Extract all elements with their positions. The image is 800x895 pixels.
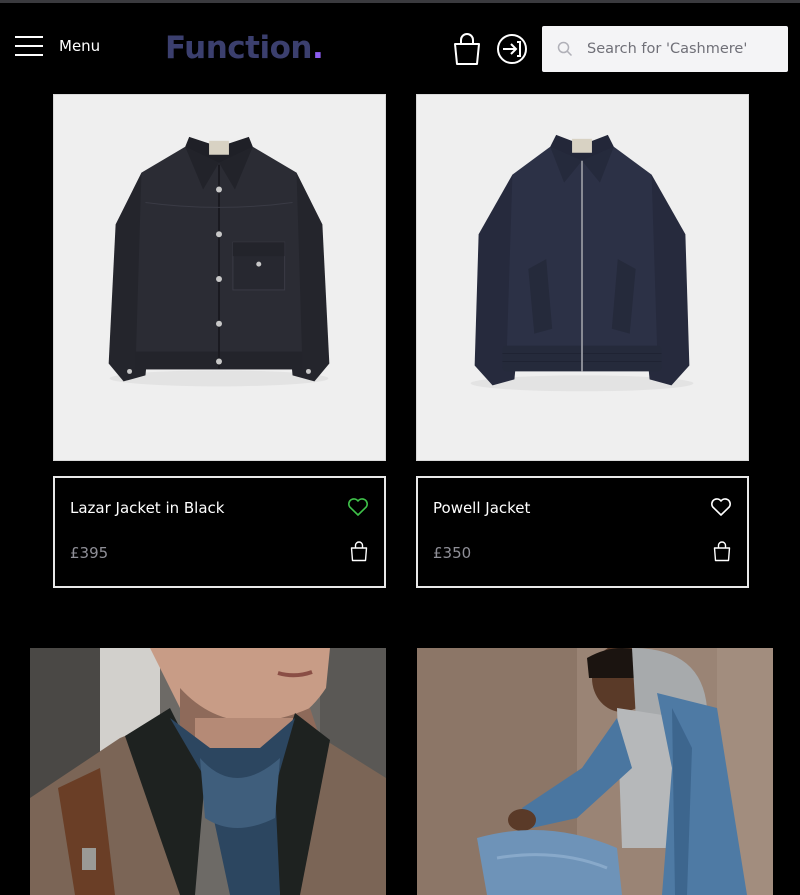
add-to-bag-icon[interactable] <box>349 540 369 562</box>
hamburger-icon <box>15 36 43 56</box>
logo-text: Function <box>165 30 312 66</box>
product-price: £395 <box>70 544 109 562</box>
menu-button[interactable]: Menu <box>14 34 100 58</box>
man-in-denim-jacket-photo <box>417 648 773 895</box>
man-in-tweed-jacket-photo <box>30 648 386 895</box>
product-card-lazar-jacket: Lazar Jacket in Black £395 <box>53 476 386 588</box>
product-name[interactable]: Lazar Jacket in Black <box>70 499 224 517</box>
product-image-lazar-jacket[interactable] <box>53 94 386 461</box>
product-card-powell-jacket: Powell Jacket £350 <box>416 476 749 588</box>
lifestyle-photo-man-scarf[interactable] <box>30 648 386 895</box>
denim-jacket-illustration <box>54 95 385 460</box>
product-name[interactable]: Powell Jacket <box>433 499 530 517</box>
logo-dot: . <box>311 30 324 66</box>
product-price: £350 <box>433 544 472 562</box>
product-image-powell-jacket[interactable] <box>416 94 749 461</box>
top-border <box>0 0 800 3</box>
login-arrow-icon[interactable] <box>496 33 528 65</box>
add-to-bag-icon[interactable] <box>712 540 732 562</box>
search-input[interactable] <box>587 41 777 57</box>
zip-jacket-illustration <box>417 95 748 460</box>
heart-icon[interactable] <box>710 497 732 517</box>
heart-icon[interactable] <box>347 497 369 517</box>
logo[interactable]: Function. <box>165 30 324 66</box>
menu-label: Menu <box>59 37 101 55</box>
shopping-bag-icon[interactable] <box>451 32 483 66</box>
search-icon <box>557 41 573 57</box>
lifestyle-photo-denim-jacket[interactable] <box>417 648 773 895</box>
search-box[interactable] <box>542 26 788 72</box>
